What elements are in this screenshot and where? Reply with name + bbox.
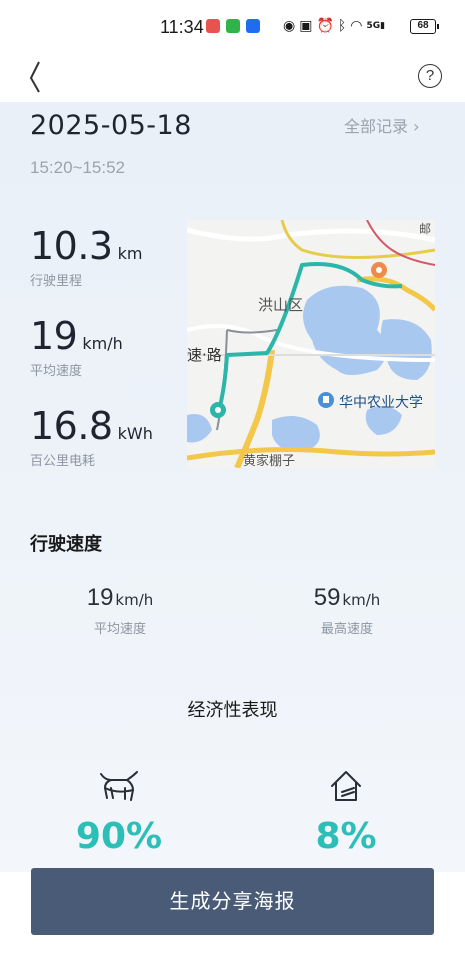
- eye-icon: ◉: [283, 18, 296, 34]
- wifi-icon: ◠: [350, 18, 363, 34]
- help-button[interactable]: ?: [418, 64, 442, 88]
- house-icon: [331, 771, 361, 801]
- speed-section-title: 行驶速度: [30, 534, 102, 555]
- map-label-top-right: 邮: [419, 222, 432, 236]
- avg-speed-label: 平均速度: [93, 622, 146, 637]
- system-icons: ◉ ▣ ⏰ ᛒ ◠ 5G▮: [283, 16, 385, 36]
- back-button[interactable]: [18, 58, 54, 94]
- route-map[interactable]: 洪山区 速·路 华中农业大学 黄家棚子 邮: [187, 220, 435, 468]
- wechat-icon: [226, 19, 240, 33]
- max-speed-unit: km/h: [342, 591, 381, 609]
- stat-avg-speed: 19 km/h 平均速度: [30, 314, 123, 379]
- map-label-bottom: 黄家棚子: [243, 454, 296, 468]
- map-label-district: 洪山区: [258, 296, 304, 314]
- economy-title: 经济性表现: [187, 700, 278, 721]
- stat-unit: km: [117, 244, 143, 263]
- generate-share-poster-button[interactable]: 生成分享海报: [31, 868, 434, 935]
- stat-value: 19: [30, 314, 78, 358]
- stat-unit: km/h: [82, 334, 123, 353]
- stat-label: 平均速度: [30, 364, 83, 379]
- map-label-poi: 华中农业大学: [339, 395, 423, 411]
- stat-distance: 10.3 km 行驶里程: [30, 224, 142, 289]
- stat-label: 百公里电耗: [30, 454, 96, 469]
- alarm-icon: ⏰: [316, 18, 334, 34]
- chevron-left-icon: [29, 61, 40, 93]
- map-graphic: [187, 220, 435, 468]
- signal-icon: 5G▮: [366, 21, 386, 31]
- app-notification-icon: [206, 19, 220, 33]
- max-speed-item: 59 km/h 最高速度: [277, 584, 417, 637]
- all-records-link[interactable]: 全部记录 ›: [344, 113, 420, 137]
- avg-speed-value: 19: [86, 584, 114, 611]
- trip-detail-content: 2025-05-18 全部记录 › 15:20~15:52 10.3 km 行驶里…: [0, 102, 465, 872]
- trip-date: 2025-05-18: [30, 110, 192, 141]
- ox-icon: [100, 771, 138, 801]
- economy-value: 90%: [75, 816, 163, 857]
- stat-value: 16.8: [30, 404, 113, 448]
- nav-bar: ?: [0, 50, 465, 102]
- battery-icon: 68: [410, 19, 439, 34]
- max-speed-label: 最高速度: [320, 622, 373, 637]
- notification-icons: [206, 19, 260, 33]
- max-speed-value: 59: [313, 584, 341, 611]
- avg-speed-item: 19 km/h 平均速度: [50, 584, 190, 637]
- message-app-icon: [246, 19, 260, 33]
- stat-unit: kWh: [117, 424, 153, 443]
- stat-label: 行驶里程: [30, 274, 83, 289]
- economy-item-house: 8%: [276, 768, 416, 857]
- nfc-icon: ▣: [299, 18, 313, 34]
- stat-value: 10.3: [30, 224, 113, 268]
- stat-energy-consumption: 16.8 kWh 百公里电耗: [30, 404, 153, 469]
- bluetooth-icon: ᛒ: [337, 18, 347, 34]
- avg-speed-unit: km/h: [115, 591, 154, 609]
- trip-time-range: 15:20~15:52: [30, 158, 126, 177]
- economy-item-ox: 90%: [49, 768, 189, 857]
- status-bar: 11:34 ◉ ▣ ⏰ ᛒ ◠ 5G▮ 68: [0, 0, 465, 50]
- status-time: 11:34: [160, 17, 204, 37]
- economy-value: 8%: [315, 816, 377, 857]
- map-label-road: 速·路: [187, 346, 222, 364]
